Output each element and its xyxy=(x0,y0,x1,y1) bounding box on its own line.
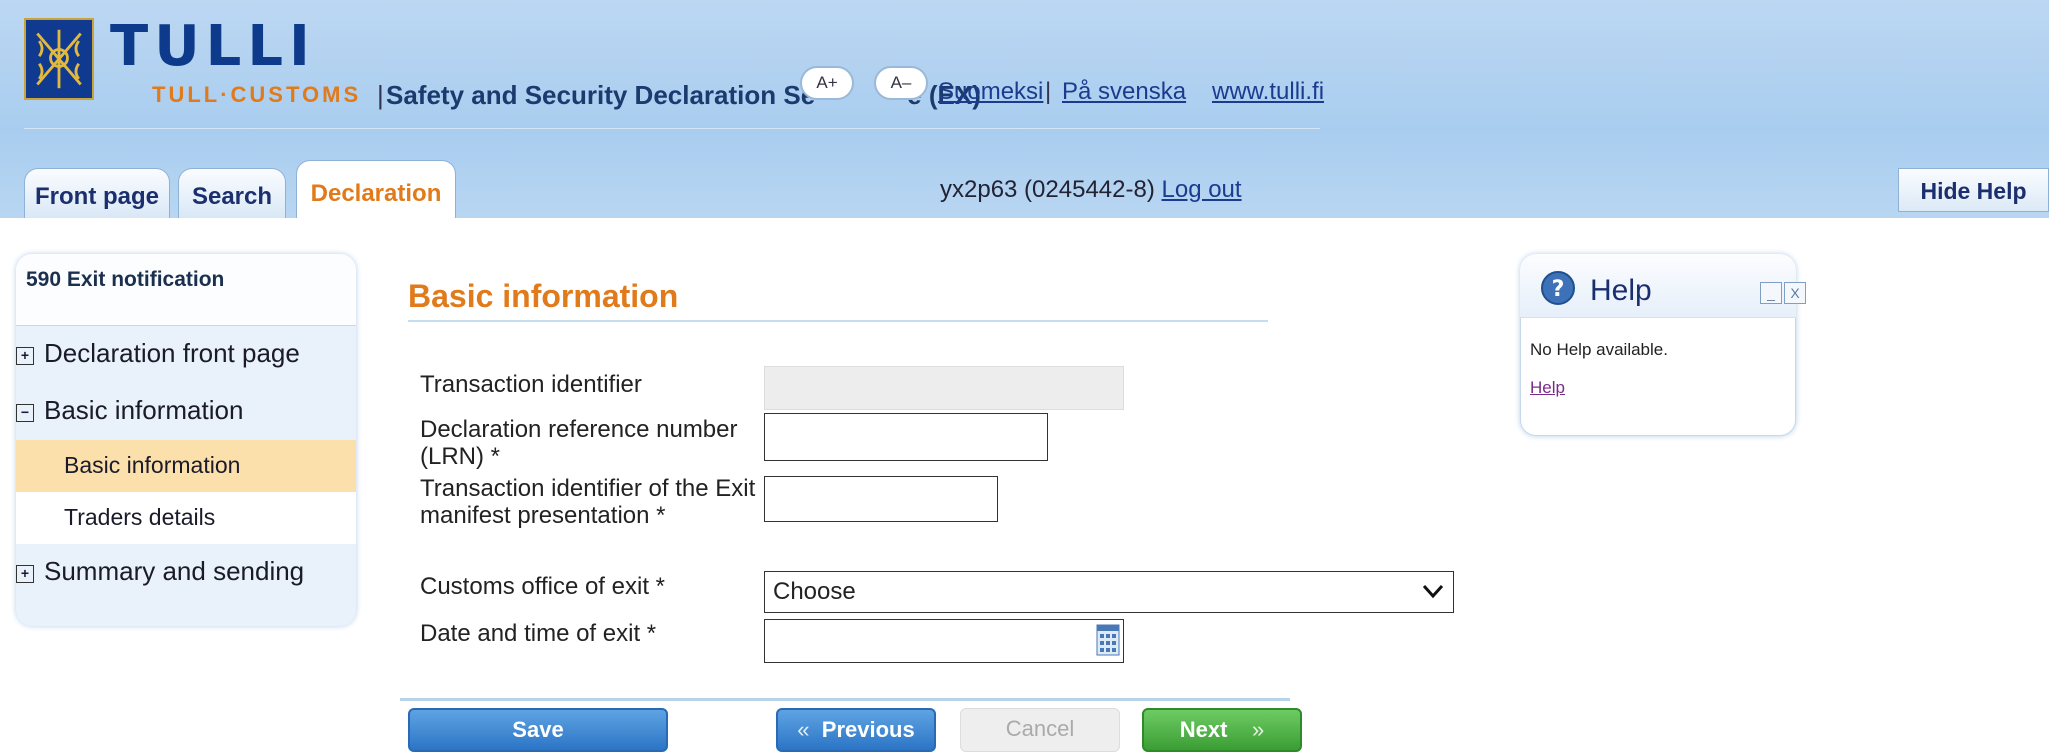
calendar-icon[interactable] xyxy=(1096,624,1120,656)
form-footer-divider xyxy=(400,698,1290,701)
help-text: No Help available. xyxy=(1530,340,1668,359)
date-time-label: Date and time of exit * xyxy=(420,620,657,647)
lrn-label-line2: (LRN) * xyxy=(420,443,501,470)
header-divider xyxy=(24,128,1320,129)
sidebar-subitem-basic-information[interactable]: Basic information xyxy=(64,452,240,479)
tab-declaration[interactable]: Declaration xyxy=(296,160,456,218)
transaction-identifier-label: Transaction identifier xyxy=(420,371,642,398)
lrn-label: Declaration reference number (LRN) * xyxy=(420,416,738,470)
user-id: yx2p63 (0245442-8) xyxy=(940,176,1155,203)
hide-help-button[interactable]: Hide Help xyxy=(1898,168,2049,212)
exit-manifest-label-line1: Transaction identifier of the Exit xyxy=(420,475,756,502)
font-decrease-button[interactable]: A– xyxy=(874,66,928,100)
user-info: yx2p63 (0245442-8) Log out xyxy=(940,176,1242,204)
previous-button[interactable]: « Previous xyxy=(776,708,936,752)
expand-plus-icon[interactable]: + xyxy=(16,565,34,583)
cancel-button[interactable]: Cancel xyxy=(960,708,1120,752)
chevron-left-icon: « xyxy=(797,717,810,742)
page-title: Basic information xyxy=(408,278,679,314)
exit-manifest-label-line2: manifest presentation * xyxy=(420,502,666,529)
sidebar-item-basic-information[interactable]: − Basic information xyxy=(16,395,243,426)
language-finnish-link[interactable]: Suomeksi xyxy=(938,78,1043,106)
brand-name: TULLI xyxy=(110,14,316,79)
next-button-label: Next xyxy=(1179,717,1228,742)
tulli-site-link[interactable]: www.tulli.fi xyxy=(1212,78,1324,106)
chevron-right-icon: » xyxy=(1251,717,1265,742)
brand-subtitle: TULL·CUSTOMS xyxy=(152,82,362,107)
title-separator: | xyxy=(377,80,384,110)
sidebar-subitem-traders-details[interactable]: Traders details xyxy=(64,504,215,531)
date-time-input[interactable] xyxy=(764,619,1124,663)
help-question-icon: ? xyxy=(1540,270,1576,306)
customs-office-select[interactable]: Choose xyxy=(764,571,1454,613)
lrn-label-line1: Declaration reference number xyxy=(420,416,738,443)
language-separator: | xyxy=(1045,78,1052,105)
close-icon[interactable]: X xyxy=(1784,282,1806,304)
lrn-input[interactable] xyxy=(764,413,1048,461)
save-button[interactable]: Save xyxy=(408,708,668,752)
help-title: Help xyxy=(1590,274,1652,307)
expand-plus-icon[interactable]: + xyxy=(16,347,34,365)
service-title-start: Safety and Security Declaration Se xyxy=(386,80,816,110)
minimize-icon[interactable]: _ xyxy=(1760,282,1782,304)
help-link[interactable]: Help xyxy=(1530,378,1565,398)
title-divider xyxy=(408,320,1268,322)
tab-search[interactable]: Search xyxy=(178,168,286,218)
exit-manifest-label: Transaction identifier of the Exit manife… xyxy=(420,475,755,529)
sidebar-item-summary-and-sending[interactable]: + Summary and sending xyxy=(16,556,304,587)
sidebar-title: 590 Exit notification xyxy=(26,268,225,291)
next-button[interactable]: Next » xyxy=(1142,708,1302,752)
transaction-identifier-input xyxy=(764,366,1124,410)
svg-text:?: ? xyxy=(1552,277,1565,302)
customs-office-selected: Choose xyxy=(773,578,856,605)
font-increase-button[interactable]: A+ xyxy=(800,66,854,100)
language-swedish-link[interactable]: På svenska xyxy=(1062,78,1186,106)
customs-crest-logo[interactable] xyxy=(24,18,94,100)
sidebar-item-declaration-front-page[interactable]: + Declaration front page xyxy=(16,338,300,369)
collapse-minus-icon[interactable]: − xyxy=(16,404,34,422)
tab-front-page[interactable]: Front page xyxy=(24,168,170,218)
sidebar-item-label: Basic information xyxy=(44,395,244,425)
sidebar-item-label: Declaration front page xyxy=(44,338,300,368)
logout-link[interactable]: Log out xyxy=(1162,176,1242,203)
sidebar-item-label: Summary and sending xyxy=(44,556,305,586)
previous-button-label: Previous xyxy=(821,717,915,742)
exit-manifest-input[interactable] xyxy=(764,476,998,522)
chevron-down-icon[interactable] xyxy=(1420,578,1446,604)
customs-office-label: Customs office of exit * xyxy=(420,573,665,600)
